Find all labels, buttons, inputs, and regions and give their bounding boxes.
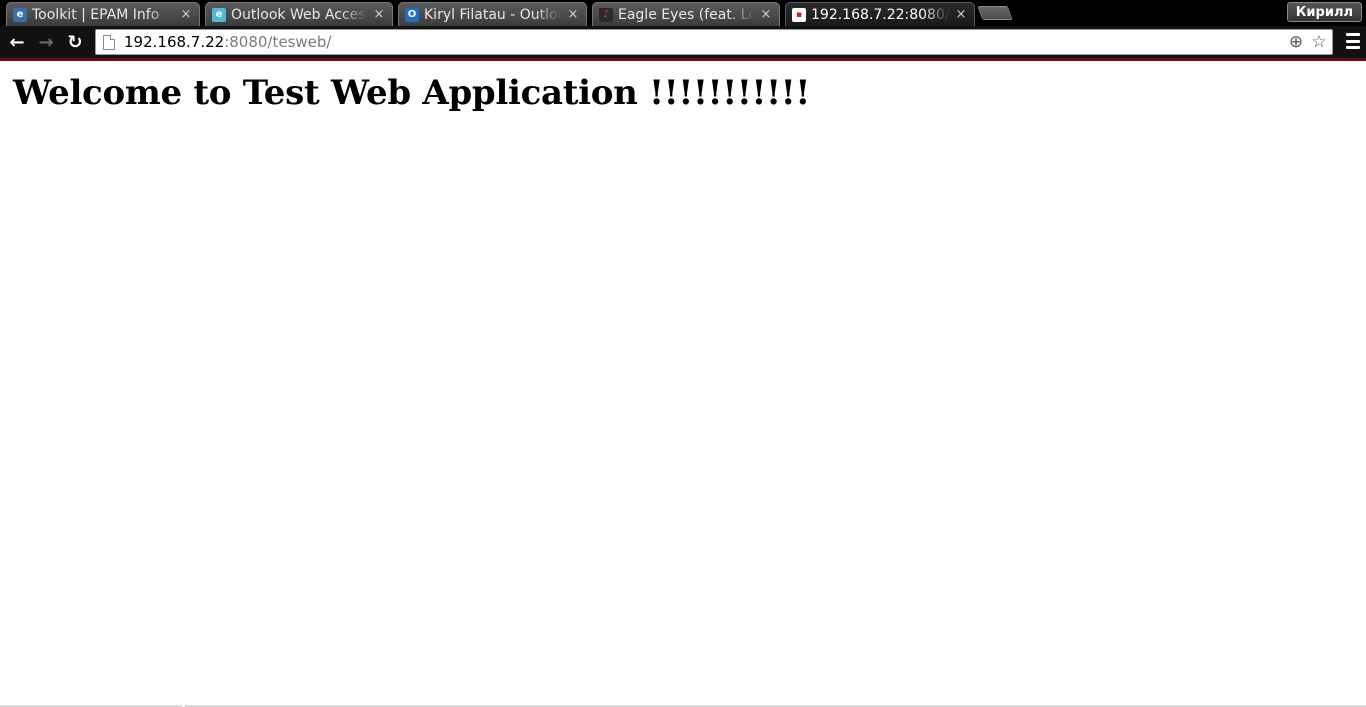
- reload-button[interactable]: ↻: [63, 31, 87, 53]
- music-icon: ♪: [599, 7, 613, 22]
- tab-toolkit[interactable]: e Toolkit | EPAM Info ×: [6, 2, 200, 26]
- menu-bar-icon: [1346, 33, 1360, 36]
- outlook-icon: O: [405, 7, 419, 22]
- bookmark-star-icon[interactable]: ☆: [1309, 32, 1329, 52]
- zoom-icon[interactable]: ⊕: [1286, 32, 1306, 52]
- profile-button[interactable]: Кирилл: [1286, 2, 1362, 22]
- menu-button[interactable]: [1346, 33, 1360, 49]
- tab-title: 192.168.7.22:8080/tesweb/: [811, 6, 950, 23]
- tab-outlook-web-access[interactable]: e Outlook Web Access ×: [205, 2, 393, 26]
- close-icon[interactable]: ×: [954, 7, 968, 22]
- page-icon: [103, 34, 115, 50]
- menu-bar-icon: [1346, 39, 1360, 43]
- page-content: Welcome to Test Web Application !!!!!!!!…: [0, 61, 1366, 705]
- close-icon[interactable]: ×: [179, 7, 193, 22]
- tab-title: Toolkit | EPAM Info: [32, 6, 160, 23]
- close-icon[interactable]: ×: [566, 7, 580, 22]
- tab-title: Eagle Eyes (feat. Lo: [618, 6, 755, 23]
- page-icon: ▪: [792, 7, 806, 22]
- back-button[interactable]: ←: [5, 31, 29, 53]
- browser-chrome: e Toolkit | EPAM Info × e Outlook Web Ac…: [0, 0, 1366, 61]
- close-icon[interactable]: ×: [372, 7, 386, 22]
- tab-eagle-eyes[interactable]: ♪ Eagle Eyes (feat. Lo ×: [592, 2, 780, 26]
- tab-kiryl-filatau-outlook[interactable]: O Kiryl Filatau - Outlook ×: [398, 2, 587, 26]
- toolkit-icon: e: [13, 7, 27, 22]
- page-title: Welcome to Test Web Application !!!!!!!!…: [13, 73, 810, 113]
- menu-bar-icon: [1346, 46, 1360, 49]
- url-path: :8080/tesweb/: [224, 33, 332, 51]
- tab-strip: e Toolkit | EPAM Info × e Outlook Web Ac…: [0, 0, 1366, 26]
- tab-title: Kiryl Filatau - Outlook: [424, 6, 562, 23]
- address-bar[interactable]: 192.168.7.22 :8080/tesweb/ ⊕ ☆: [95, 29, 1333, 55]
- close-icon[interactable]: ×: [759, 7, 773, 22]
- tab-active-localhost[interactable]: ▪ 192.168.7.22:8080/tesweb/ ×: [785, 2, 975, 26]
- tab-title: Outlook Web Access: [231, 6, 368, 23]
- toolbar: ← → ↻ 192.168.7.22 :8080/tesweb/ ⊕ ☆: [0, 26, 1366, 59]
- forward-button[interactable]: →: [34, 31, 58, 53]
- outlook-web-icon: e: [212, 7, 226, 22]
- url-host: 192.168.7.22: [124, 33, 225, 51]
- new-tab-button[interactable]: [977, 6, 1013, 20]
